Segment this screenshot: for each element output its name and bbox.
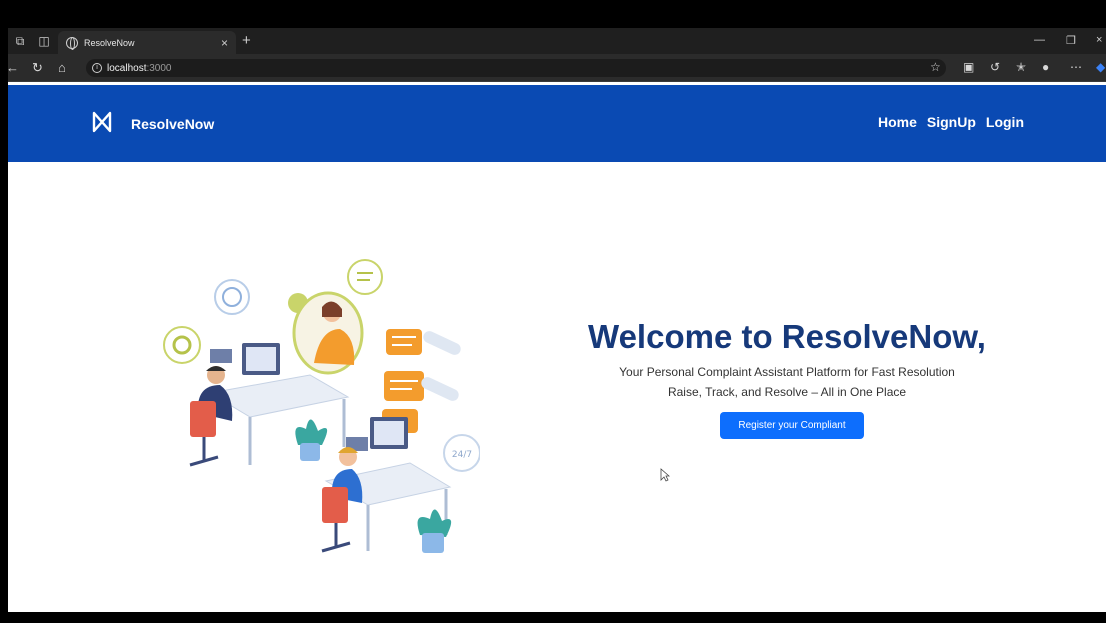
tab-actions-icon[interactable]: ◫	[34, 34, 54, 48]
browser-tab[interactable]: ResolveNow ×	[58, 31, 236, 54]
register-complaint-button[interactable]: Register your Compliant	[720, 412, 864, 439]
hero-subtitle: Your Personal Complaint Assistant Platfo…	[619, 365, 955, 379]
tab-title: ResolveNow	[84, 37, 135, 48]
mouse-cursor-icon	[660, 468, 670, 482]
browser-toolbar: ← ↻ ⌂ i localhost :3000 ☆ ▣ ↺ ✭ ● ⋯ ◆	[8, 54, 1106, 82]
site-info-icon[interactable]: i	[92, 63, 102, 73]
close-tab-icon[interactable]: ×	[221, 36, 228, 50]
home-icon[interactable]: ⌂	[58, 60, 66, 75]
sync-icon[interactable]: ↺	[990, 60, 1000, 74]
minimize-icon[interactable]: —	[1034, 34, 1045, 46]
close-window-icon[interactable]: ×	[1096, 34, 1102, 46]
copilot-icon[interactable]: ◆	[1096, 60, 1105, 74]
browser-tab-bar: ⧉ ◫ ResolveNow × + — ❐ ×	[8, 28, 1106, 54]
reload-icon[interactable]: ↻	[32, 60, 43, 76]
new-tab-button[interactable]: +	[242, 32, 251, 49]
restore-icon[interactable]: ❐	[1066, 34, 1076, 47]
url-port: :3000	[146, 62, 172, 74]
back-icon[interactable]: ←	[8, 60, 19, 75]
hero-tagline: Raise, Track, and Resolve – All in One P…	[667, 385, 907, 399]
extension-icon[interactable]: ▣	[963, 60, 974, 74]
site-navbar: ResolveNow Home SignUp Login	[8, 85, 1106, 162]
globe-icon	[66, 36, 78, 50]
favorites-icon[interactable]: ✭	[1016, 60, 1026, 74]
brand-name[interactable]: ResolveNow	[131, 116, 214, 132]
address-bar[interactable]: i localhost :3000	[86, 59, 946, 77]
nav-links: Home SignUp Login	[878, 114, 1024, 130]
nav-link-signup[interactable]: SignUp	[927, 114, 976, 130]
browser-window: ⧉ ◫ ResolveNow × + — ❐ × ← ↻ ⌂ i localho…	[8, 28, 1106, 612]
workspaces-icon[interactable]: ⧉	[10, 34, 30, 49]
profile-avatar-icon[interactable]: ●	[1042, 60, 1049, 74]
more-menu-icon[interactable]: ⋯	[1070, 60, 1082, 74]
resolvenow-logo-icon[interactable]	[92, 111, 112, 133]
nav-link-home[interactable]: Home	[878, 114, 917, 130]
screen-frame: ⧉ ◫ ResolveNow × + — ❐ × ← ↻ ⌂ i localho…	[0, 0, 1106, 623]
svg-text:24/7: 24/7	[452, 450, 472, 460]
hero-headline: Welcome to ResolveNow,	[588, 318, 986, 355]
url-host: localhost	[107, 62, 147, 74]
support-agents-illustration: 24/7	[163, 259, 480, 553]
favorite-star-icon[interactable]: ☆	[930, 60, 941, 74]
nav-link-login[interactable]: Login	[986, 114, 1024, 130]
